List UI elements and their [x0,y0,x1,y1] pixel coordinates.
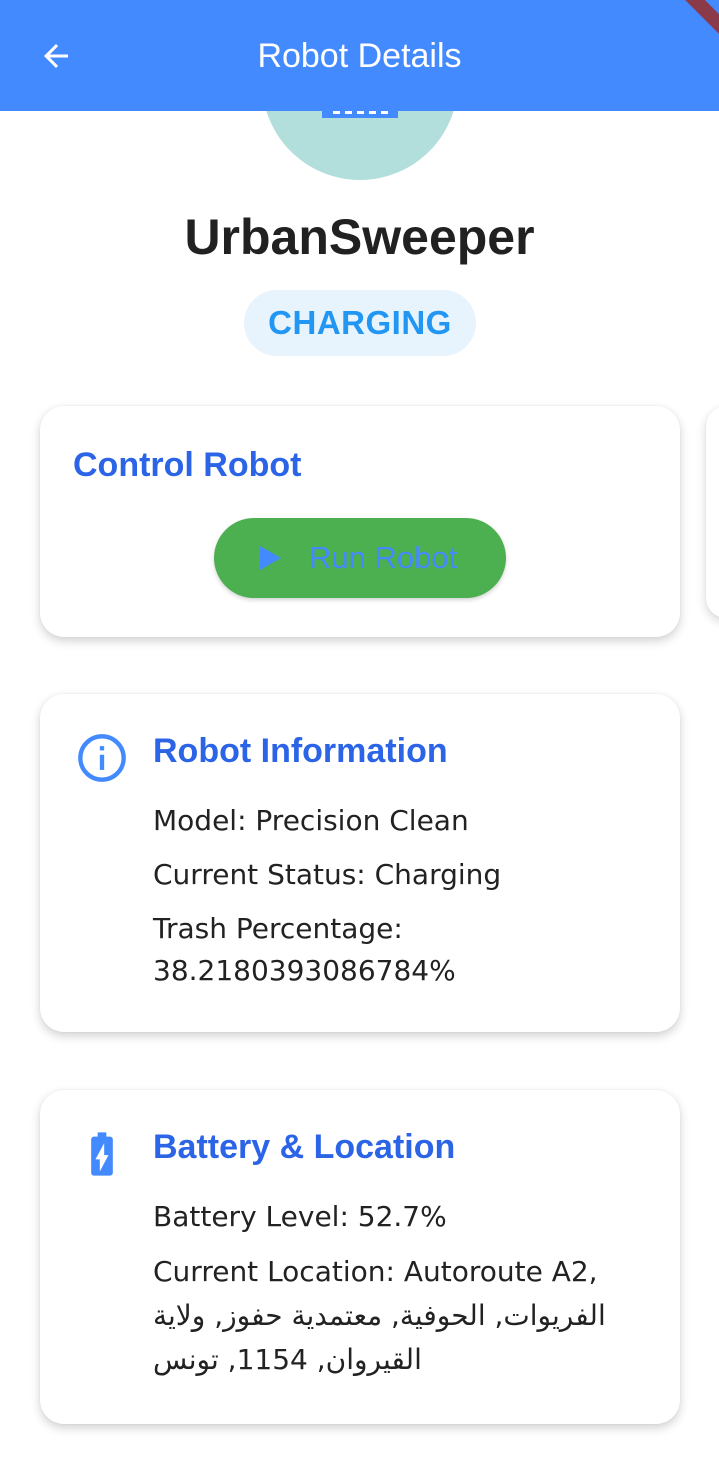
battery-location-card: Battery & Location Battery Level: 52.7% … [40,1090,680,1424]
run-robot-button[interactable]: Run Robot [214,518,506,598]
current-status-text: Current Status: Charging [153,858,502,891]
info-icon [78,734,126,782]
trash-percentage-value: 38.2180393086784% [153,954,456,987]
status-badge: CHARGING [244,290,476,356]
robot-name: UrbanSweeper [184,209,535,265]
model-text: Model: Precision Clean [153,804,469,837]
battery-details: Battery Level: 52.7% Current Location: A… [153,1196,653,1394]
location-line-1: Current Location: Autoroute A2, [153,1255,598,1288]
debug-banner [679,0,719,40]
control-robot-card: Control Robot Run Robot [40,406,680,637]
play-icon [260,546,281,570]
next-card-peek[interactable] [706,406,719,618]
run-robot-label: Run Robot [309,540,458,575]
battery-card-title: Battery & Location [153,1128,456,1166]
info-card-title: Robot Information [153,732,448,770]
location-line-3: القيروان, 1154, تونس [153,1343,422,1376]
info-details: Model: Precision Clean Current Status: C… [153,800,653,1004]
trash-percentage-label: Trash Percentage: [153,912,403,945]
robot-details-screen: Robot Details UrbanSweeper CHARGING Cont… [0,0,719,1459]
page-title: Robot Details [257,37,462,75]
control-card-title: Control Robot [73,446,302,484]
robot-information-card: Robot Information Model: Precision Clean… [40,694,680,1032]
battery-charging-icon [91,1132,113,1176]
battery-level-text: Battery Level: 52.7% [153,1200,447,1233]
app-bar: Robot Details [0,0,719,111]
location-line-2: الفريوات, الحوفية, معتمدية حفوز, ولاية [153,1299,606,1332]
